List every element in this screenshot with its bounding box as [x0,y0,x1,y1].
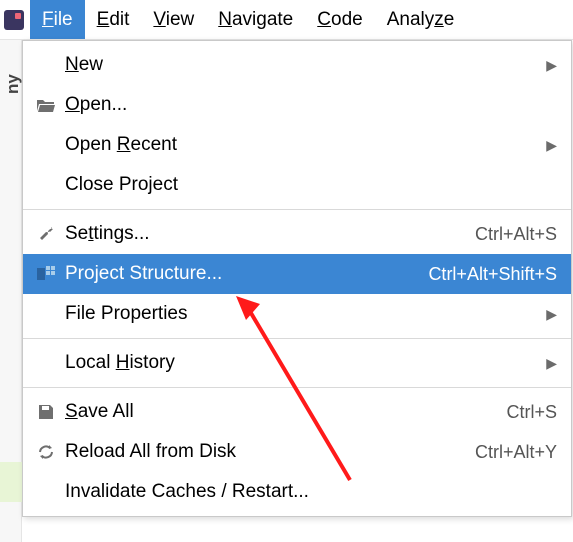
tool-window-bar: ny [0,40,22,542]
menu-item-settings[interactable]: Settings... Ctrl+Alt+S [23,214,571,254]
app-icon [4,10,24,30]
label: Invalidate Caches / Restart... [59,481,557,503]
project-structure-icon [33,266,59,282]
wrench-icon [33,225,59,243]
separator [23,209,571,210]
label: Close Project [59,174,557,196]
submenu-arrow-icon: ▶ [546,355,557,372]
submenu-arrow-icon: ▶ [546,306,557,323]
project-tool-label[interactable]: ny [3,74,23,94]
menu-item-open-recent[interactable]: Open Recent ▶ [23,125,571,165]
menu-item-reload-from-disk[interactable]: Reload All from Disk Ctrl+Alt+Y [23,432,571,472]
menu-item-close-project[interactable]: Close Project [23,165,571,205]
label: Open Recent [59,134,546,156]
label: File Properties [59,303,546,325]
menu-item-file-properties[interactable]: File Properties ▶ [23,294,571,334]
shortcut: Ctrl+S [506,402,557,423]
menu-analyze[interactable]: Analyze [375,0,467,39]
shortcut: Ctrl+Alt+Shift+S [428,264,557,285]
label: Reload All from Disk [59,441,475,463]
file-menu-dropdown: New ▶ Open... Open Recent ▶ Close Projec… [22,40,572,517]
menu-item-open[interactable]: Open... [23,85,571,125]
separator [23,338,571,339]
menu-item-local-history[interactable]: Local History ▶ [23,343,571,383]
save-icon [33,403,59,421]
menu-navigate[interactable]: Navigate [206,0,305,39]
menu-item-project-structure[interactable]: Project Structure... Ctrl+Alt+Shift+S [23,254,571,294]
menu-view[interactable]: View [141,0,206,39]
label: New [59,54,546,76]
menu-item-new[interactable]: New ▶ [23,45,571,85]
label: Settings... [59,223,475,245]
label: Local History [59,352,546,374]
label: Project Structure... [59,263,428,285]
shortcut: Ctrl+Alt+Y [475,442,557,463]
menu-edit[interactable]: Edit [85,0,142,39]
folder-open-icon [33,97,59,113]
label: Save All [59,401,506,423]
mn: F [42,9,54,30]
separator [23,387,571,388]
shortcut: Ctrl+Alt+S [475,224,557,245]
menu-file[interactable]: File [30,0,85,39]
label: Open... [59,94,557,116]
menu-item-save-all[interactable]: Save All Ctrl+S [23,392,571,432]
menubar: File Edit View Navigate Code Analyze [0,0,573,40]
submenu-arrow-icon: ▶ [546,137,557,154]
menu-item-invalidate-caches[interactable]: Invalidate Caches / Restart... [23,472,571,512]
reload-icon [33,443,59,461]
menu-code[interactable]: Code [305,0,374,39]
submenu-arrow-icon: ▶ [546,57,557,74]
vcs-marker [0,462,22,502]
